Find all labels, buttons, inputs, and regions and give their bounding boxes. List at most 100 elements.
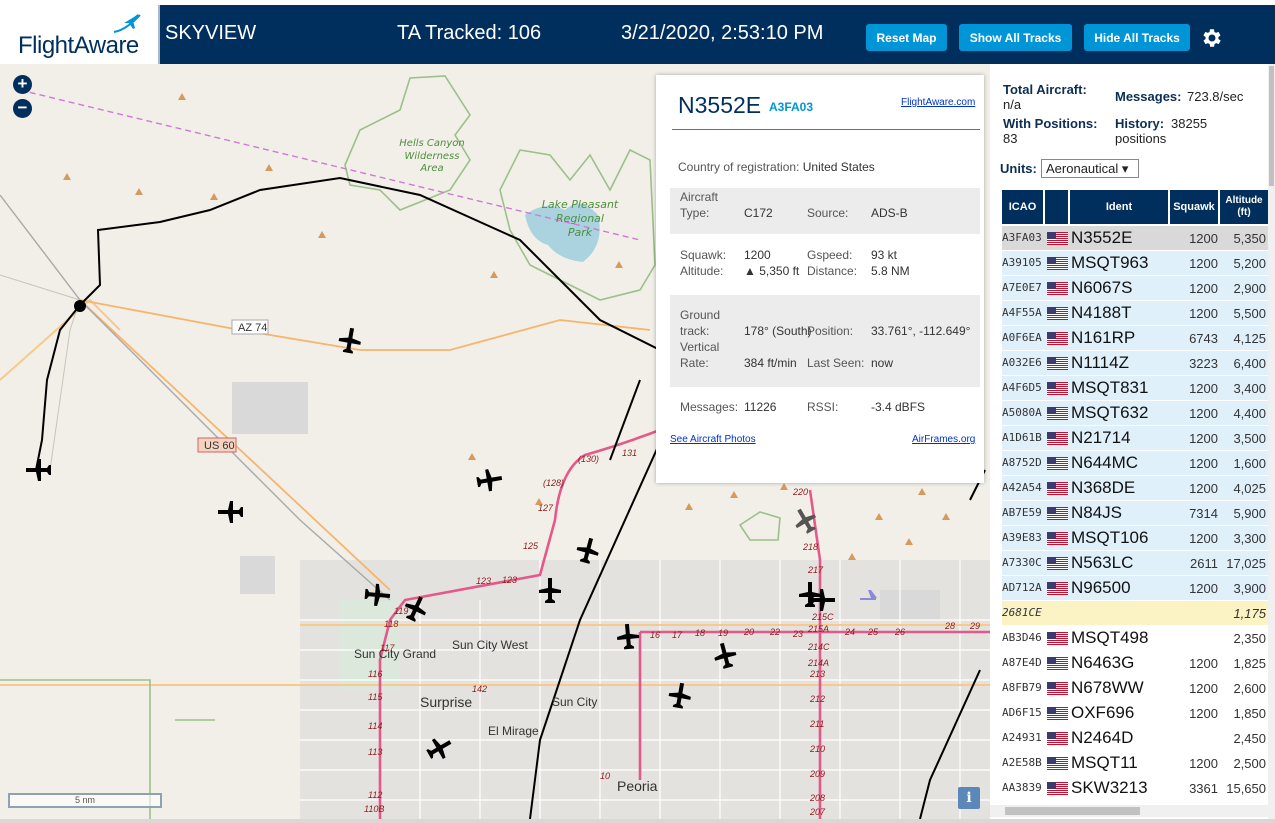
row-icao: A3FA03: [1002, 231, 1042, 244]
row-altitude: 5,350: [1233, 231, 1266, 246]
exit-label: 214C: [807, 642, 830, 652]
aircraft-row[interactable]: AA3839 SKW3213 3361 15,650: [1002, 776, 1269, 800]
el-mirage-label: El Mirage: [488, 724, 539, 738]
exit-label: 115: [368, 692, 383, 702]
row-altitude: 2,600: [1233, 681, 1266, 696]
show-all-tracks-button[interactable]: Show All Tracks: [959, 24, 1072, 51]
aircraft-row[interactable]: 2681CE 1,175: [1002, 601, 1269, 625]
exit-label: 131: [622, 448, 637, 458]
aircraft-type-value: C172: [744, 206, 773, 220]
col-flag[interactable]: [1045, 190, 1068, 224]
row-ident: MSQT632: [1071, 403, 1149, 422]
detail-squawk-block: Squawk: 1200 Gspeed: 93 kt Altitude: ▲ 5…: [670, 245, 980, 285]
row-squawk: 1200: [1189, 406, 1218, 421]
col-altitude[interactable]: Altitude (ft): [1220, 190, 1268, 224]
history-unit: positions: [1115, 131, 1167, 146]
messages-value: 11226: [744, 400, 777, 414]
aircraft-sidebar: Total Aircraft: n/a Messages: 723.8/sec …: [990, 64, 1275, 823]
airframes-link[interactable]: AirFrames.org: [912, 434, 975, 445]
aircraft-row[interactable]: A3FA03 N3552E 1200 5,350: [1002, 226, 1269, 250]
units-label: Units:: [1000, 161, 1037, 176]
detail-divider: [672, 129, 980, 130]
col-icao[interactable]: ICAO: [1002, 190, 1043, 224]
flightaware-link[interactable]: FlightAware.com: [901, 97, 975, 108]
horizontal-scroll-thumb[interactable]: [1005, 807, 1140, 815]
aircraft-row[interactable]: A0F6EA N161RP 6743 4,125: [1002, 326, 1269, 350]
map-info-button[interactable]: i: [958, 787, 980, 809]
row-squawk: 3223: [1189, 356, 1218, 371]
us-flag-icon: [1047, 557, 1068, 570]
row-altitude: 1,175: [1233, 606, 1266, 621]
exit-label: 25: [867, 627, 879, 637]
aircraft-row[interactable]: A8752D N644MC 1200 1,600: [1002, 451, 1269, 475]
row-squawk: 1200: [1189, 381, 1218, 396]
row-squawk: 1200: [1189, 306, 1218, 321]
last-seen-label: Last Seen:: [807, 356, 865, 370]
row-icao: A42A54: [1002, 481, 1042, 494]
row-squawk: 7314: [1189, 506, 1218, 521]
aircraft-row[interactable]: A87E4D N6463G 1200 1,825: [1002, 651, 1269, 675]
row-squawk: 1200: [1189, 231, 1218, 246]
exit-label: 207: [809, 807, 826, 817]
sidebar-scroll-thumb[interactable]: [1269, 66, 1274, 186]
aircraft-row[interactable]: A032E6 N1114Z 3223 6,400: [1002, 351, 1269, 375]
row-ident: MSQT106: [1071, 528, 1149, 547]
flightaware-logo[interactable]: FlightAware: [0, 5, 160, 64]
aircraft-row[interactable]: A7330C N563LC 2611 17,025: [1002, 551, 1269, 575]
col-ident[interactable]: Ident: [1070, 190, 1168, 224]
us-flag-icon: [1047, 357, 1068, 370]
ground-track-label-2: track:: [680, 324, 710, 338]
exit-label: 123: [476, 576, 491, 586]
aircraft-row[interactable]: A4F6D5 MSQT831 1200 3,400: [1002, 376, 1269, 400]
surprise-label: Surprise: [420, 694, 472, 710]
aircraft-row[interactable]: AD712A N96500 1200 3,900: [1002, 576, 1269, 600]
aircraft-row[interactable]: A7E0E7 N6067S 1200 2,900: [1002, 276, 1269, 300]
exit-label: 18: [695, 628, 705, 638]
aircraft-row[interactable]: A4F55A N4188T 1200 5,500: [1002, 301, 1269, 325]
app-title: SKYVIEW: [165, 22, 257, 44]
row-altitude: 3,300: [1233, 531, 1266, 546]
history-value: 38255: [1171, 116, 1208, 131]
us-flag-icon: [1047, 532, 1068, 545]
zoom-out-button[interactable]: −: [13, 99, 32, 118]
us-flag-icon: [1047, 507, 1068, 520]
row-altitude: 5,200: [1233, 256, 1266, 271]
row-ident: MSQT963: [1071, 253, 1149, 272]
aircraft-row[interactable]: A42A54 N368DE 1200 4,025: [1002, 476, 1269, 500]
gear-icon[interactable]: [1200, 26, 1224, 50]
tracked-count: TA Tracked: 106: [397, 22, 542, 44]
aircraft-row[interactable]: AB3D46 MSQT498 2,350: [1002, 626, 1269, 650]
hide-all-tracks-button[interactable]: Hide All Tracks: [1084, 24, 1190, 51]
row-squawk: 1200: [1189, 481, 1218, 496]
aircraft-row[interactable]: A2E58B MSQT11 1200 2,500: [1002, 751, 1269, 775]
country-of-registration: Country of registration: United States: [678, 160, 875, 174]
aircraft-row[interactable]: A8FB79 N678WW 1200 2,600: [1002, 676, 1269, 700]
aircraft-type-label-1: Aircraft: [680, 190, 719, 204]
aircraft-row[interactable]: A39E83 MSQT106 1200 3,300: [1002, 526, 1269, 550]
units-select[interactable]: Aeronautical ▾: [1041, 159, 1139, 178]
sun-city-label: Sun City: [552, 695, 597, 709]
exit-label: 110B: [364, 804, 384, 814]
aircraft-row[interactable]: A24931 N2464D 2,450: [1002, 726, 1269, 750]
row-altitude: 2,500: [1233, 756, 1266, 771]
aircraft-row[interactable]: A1D61B N21714 1200 3,500: [1002, 426, 1269, 450]
us-flag-icon: [1047, 657, 1068, 670]
row-squawk: 1200: [1189, 456, 1218, 471]
row-ident: N644MC: [1071, 453, 1139, 472]
reset-map-button[interactable]: Reset Map: [866, 24, 947, 51]
exit-label: 113: [368, 747, 382, 757]
aircraft-photos-link[interactable]: See Aircraft Photos: [670, 434, 756, 445]
exit-label: 26: [894, 627, 905, 637]
aircraft-row[interactable]: A5080A MSQT632 1200 4,400: [1002, 401, 1269, 425]
exit-label: 17: [672, 630, 683, 640]
row-altitude: 3,900: [1233, 581, 1266, 596]
aircraft-row[interactable]: AD6F15 OXF696 1200 1,850: [1002, 701, 1269, 725]
col-squawk[interactable]: Squawk: [1170, 190, 1218, 224]
aircraft-row[interactable]: AB7E59 N84JS 7314 5,900: [1002, 501, 1269, 525]
row-ident: N3552E: [1071, 228, 1133, 247]
exit-label: 119: [394, 606, 408, 616]
us-flag-icon: [1047, 307, 1068, 320]
zoom-in-button[interactable]: +: [13, 75, 32, 94]
aircraft-row[interactable]: A39105 MSQT963 1200 5,200: [1002, 251, 1269, 275]
row-icao: A8752D: [1002, 456, 1042, 469]
